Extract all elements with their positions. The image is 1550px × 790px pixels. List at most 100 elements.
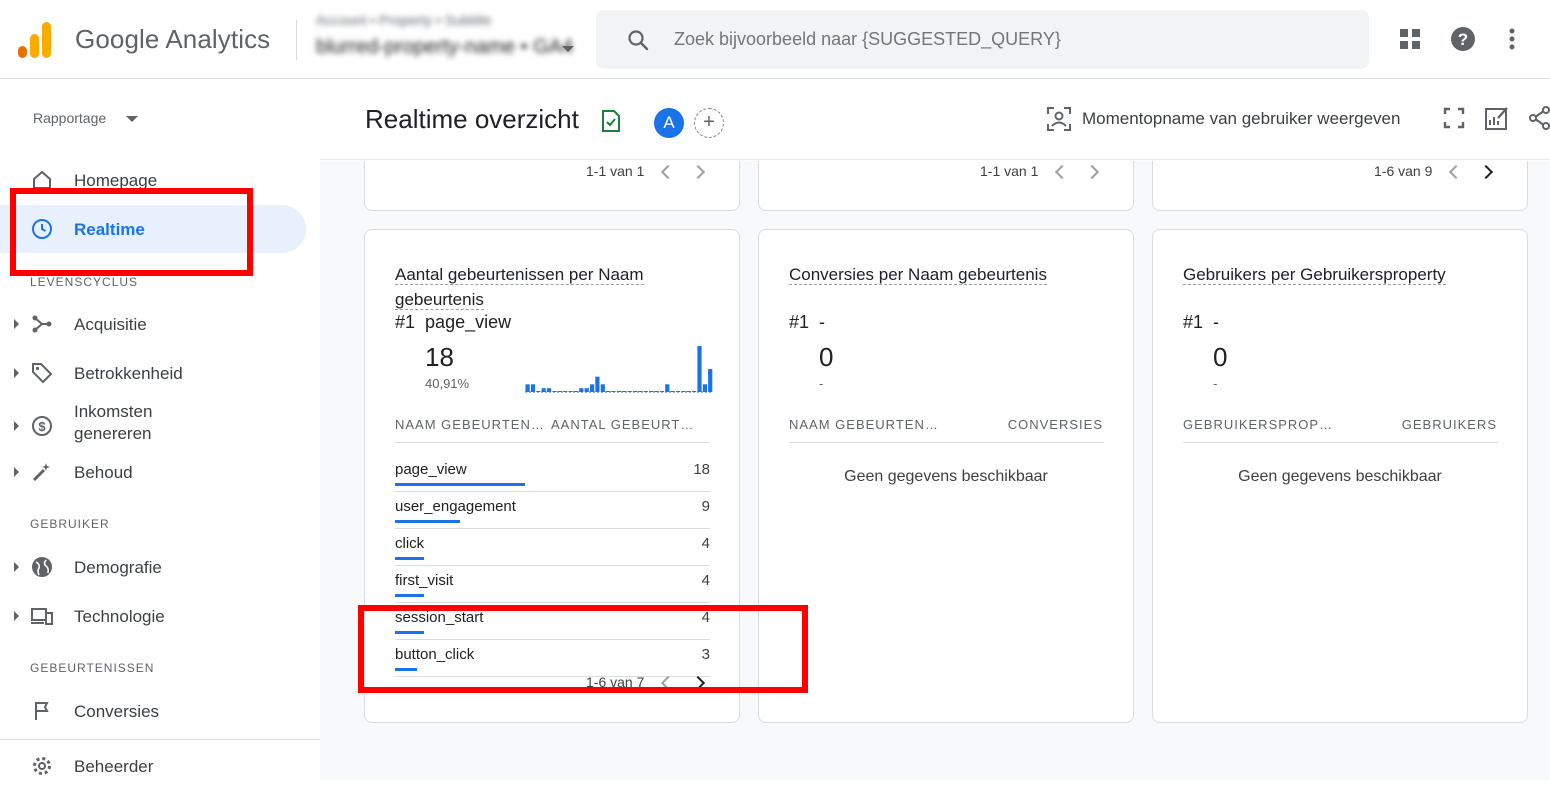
sidebar-item-label: Demografie xyxy=(74,558,162,577)
table-row[interactable]: click 4 xyxy=(395,529,710,566)
table-row[interactable]: first_visit 4 xyxy=(395,566,710,603)
column-header-name[interactable]: NAAM GEBEURTEN… xyxy=(395,417,545,432)
column-header-users[interactable]: GEBRUIKERS xyxy=(1402,417,1497,432)
card-title-line1[interactable]: Aantal gebeurtenissen per Naam xyxy=(395,265,644,285)
expand-arrow-icon[interactable] xyxy=(14,421,19,431)
top-item-percentage: - xyxy=(819,376,824,391)
magic-wand-icon xyxy=(32,463,50,482)
share-bar xyxy=(395,594,424,597)
account-selector[interactable]: Account • Property • Subtitle blurred-pr… xyxy=(316,12,573,59)
sidebar-item-demografie[interactable]: Demografie xyxy=(0,543,306,591)
divider xyxy=(395,442,710,443)
empty-state-text: Geen gegevens beschikbaar xyxy=(1238,468,1442,485)
tag-icon xyxy=(32,363,53,384)
sparkline-bar xyxy=(697,346,702,392)
sparkline-chart xyxy=(525,346,713,393)
analytics-logo-icon[interactable] xyxy=(18,22,52,58)
chevron-right-icon[interactable] xyxy=(1084,164,1100,180)
sidebar-item-beheerder[interactable]: Beheerder xyxy=(0,742,306,790)
comparison-avatar[interactable]: A xyxy=(654,108,684,138)
chevron-left-icon[interactable] xyxy=(1054,164,1070,180)
search-bar[interactable] xyxy=(596,10,1369,69)
card-title-line1[interactable]: Gebruikers per Gebruikersproperty xyxy=(1183,265,1446,285)
event-name: first_visit xyxy=(395,572,454,589)
rank-number: #1 xyxy=(789,312,810,332)
expand-arrow-icon[interactable] xyxy=(14,467,19,477)
chevron-right-icon[interactable] xyxy=(1478,164,1494,180)
expand-arrow-icon[interactable] xyxy=(14,319,19,329)
section-label-lifecycle: LEVENSCYCLUS xyxy=(30,275,139,289)
search-icon xyxy=(628,30,649,51)
account-path: Account • Property • Subtitle xyxy=(316,12,492,28)
sidebar-item-label: Beheerder xyxy=(74,757,154,776)
page-header: Realtime overzicht A + Momentopname van … xyxy=(320,80,1550,160)
top-item-percentage: 40,91% xyxy=(425,376,470,391)
sparkline-bar xyxy=(530,384,536,392)
top-item-name: - xyxy=(819,312,826,332)
share-icon[interactable] xyxy=(1528,105,1550,131)
card-top-1: 1-1 van 1 xyxy=(364,161,740,211)
sidebar-item-technologie[interactable]: Technologie xyxy=(0,592,306,640)
help-icon[interactable]: ? xyxy=(1450,26,1476,52)
sidebar-item-label: Behoud xyxy=(74,463,133,482)
user-snapshot-label: Momentopname van gebruiker weergeven xyxy=(1082,109,1401,128)
more-vert-icon[interactable] xyxy=(1499,26,1525,52)
expand-arrow-icon[interactable] xyxy=(14,611,19,621)
top-item-value: 18 xyxy=(425,342,454,372)
card-title: Aantal gebeurtenissen per Naam gebeurten… xyxy=(395,262,695,312)
customize-report-icon[interactable] xyxy=(1484,105,1510,131)
search-input[interactable] xyxy=(674,10,1344,69)
table-row[interactable]: page_view 18 xyxy=(395,455,710,492)
report-selector-label[interactable]: Rapportage xyxy=(33,110,106,126)
divider xyxy=(296,20,297,60)
sidebar-item-acquisitie[interactable]: Acquisitie xyxy=(0,300,306,348)
sidebar-item-inkomsten[interactable]: $ Inkomsten genereren xyxy=(0,398,306,454)
sidebar-item-behoud[interactable]: Behoud xyxy=(0,448,306,496)
add-comparison-button[interactable]: + xyxy=(694,108,724,138)
chevron-left-icon[interactable] xyxy=(1448,164,1464,180)
event-name: click xyxy=(395,535,425,552)
sidebar-item-conversies[interactable]: Conversies xyxy=(0,687,306,735)
realtime-content[interactable]: 1-1 van 1 1-1 van 1 1-6 van 9 Aantal geb… xyxy=(320,161,1550,780)
apps-grid-icon[interactable] xyxy=(1397,26,1423,52)
chevron-right-icon[interactable] xyxy=(690,164,706,180)
top-item-rank: #1 - xyxy=(1183,312,1219,333)
annotation-highlight-box xyxy=(358,605,808,693)
dollar-icon: $ xyxy=(32,416,52,436)
sparkline-bar xyxy=(600,384,605,392)
chevron-down-icon[interactable] xyxy=(562,46,574,52)
annotation-highlight-box xyxy=(10,188,253,276)
chevron-down-icon[interactable] xyxy=(126,116,138,122)
sidebar-item-betrokkenheid[interactable]: Betrokkenheid xyxy=(0,349,306,397)
column-header-property[interactable]: GEBRUIKERSPROP… xyxy=(1183,417,1333,432)
card-title: Conversies per Naam gebeurtenis xyxy=(789,262,1089,287)
column-header-name[interactable]: NAAM GEBEURTEN… xyxy=(789,417,939,432)
card-top-2: 1-1 van 1 xyxy=(758,161,1134,211)
event-count: 4 xyxy=(701,572,710,589)
top-item-rank: #1 page_view xyxy=(395,312,511,333)
table-row[interactable]: user_engagement 9 xyxy=(395,492,710,529)
sidebar-item-label: Conversies xyxy=(74,702,160,721)
event-count: 18 xyxy=(693,461,710,478)
chevron-left-icon[interactable] xyxy=(660,164,676,180)
card-top-3: 1-6 van 9 xyxy=(1152,161,1528,211)
sidebar-item-label: Technologie xyxy=(74,607,165,626)
sparkline-bar xyxy=(665,384,670,392)
top-item-percentage: - xyxy=(1213,376,1218,391)
column-header-count[interactable]: AANTAL GEBEURT… xyxy=(551,417,694,432)
globe-icon xyxy=(32,557,52,577)
sparkline-bar xyxy=(708,369,713,392)
card-title-line2[interactable]: gebeurtenis xyxy=(395,290,484,310)
expand-arrow-icon[interactable] xyxy=(14,562,19,572)
sidebar-item-label: Inkomsten xyxy=(74,402,153,421)
gear-icon xyxy=(33,757,51,775)
event-name: user_engagement xyxy=(395,498,516,515)
sparkline-bar xyxy=(541,388,546,392)
fullscreen-icon[interactable] xyxy=(1443,107,1465,129)
expand-arrow-icon[interactable] xyxy=(14,368,19,378)
card-title-line1[interactable]: Conversies per Naam gebeurtenis xyxy=(789,265,1047,285)
rank-number: #1 xyxy=(395,312,416,332)
property-name: blurred-property-name • GA4 xyxy=(316,36,574,58)
svg-text:$: $ xyxy=(38,419,46,434)
column-header-conversions[interactable]: CONVERSIES xyxy=(1008,417,1103,432)
